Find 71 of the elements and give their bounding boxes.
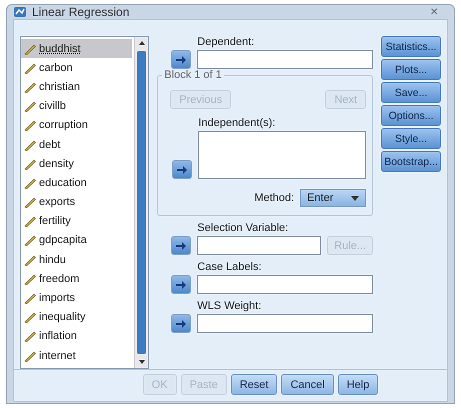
- wls-weight-field[interactable]: [197, 314, 374, 333]
- variable-item[interactable]: hindu: [21, 250, 132, 270]
- dialog-button[interactable]: Cancel: [281, 374, 334, 395]
- dialog-button[interactable]: Help: [338, 374, 378, 395]
- variable-item[interactable]: internet: [21, 346, 132, 366]
- ruler-icon: [24, 80, 36, 93]
- field-label: WLS Weight:: [197, 300, 262, 312]
- variable-item[interactable]: density: [21, 154, 132, 174]
- variable-item[interactable]: buddhist: [21, 39, 132, 58]
- dialog-button[interactable]: Options...: [381, 105, 441, 126]
- window-title: Linear Regression: [32, 5, 130, 19]
- arrow-right-icon: [176, 320, 186, 328]
- move-button[interactable]: [171, 236, 192, 255]
- variable-item[interactable]: education: [21, 173, 132, 192]
- move-button[interactable]: [172, 160, 192, 179]
- variable-item[interactable]: fertility: [21, 212, 132, 231]
- ruler-icon: [24, 158, 36, 170]
- field-label: Dependent:: [197, 36, 256, 48]
- dialog-button[interactable]: Reset: [230, 374, 278, 395]
- move-button[interactable]: [171, 275, 192, 294]
- ruler-icon: [24, 272, 36, 285]
- method-dropdown[interactable]: Enter: [300, 189, 366, 207]
- ruler-icon: [24, 176, 36, 189]
- close-button[interactable]: ✕: [420, 6, 448, 18]
- ruler-icon: [24, 138, 36, 151]
- ruler-icon: [24, 292, 36, 304]
- dialog-button[interactable]: Statistics...: [381, 36, 441, 57]
- scrollbar[interactable]: [134, 37, 148, 368]
- dialog-button[interactable]: Bootstrap...: [381, 151, 441, 172]
- variable-item[interactable]: gdpcapita: [21, 230, 132, 250]
- move-button[interactable]: [171, 50, 192, 69]
- variable-item[interactable]: carbon: [21, 58, 132, 78]
- variable-item[interactable]: inequality: [21, 308, 132, 327]
- dependent-field[interactable]: [197, 50, 374, 69]
- independents-field[interactable]: [198, 131, 366, 179]
- variable-item[interactable]: imports: [21, 288, 132, 308]
- move-button[interactable]: [171, 314, 192, 333]
- field-label: Case Labels:: [197, 261, 263, 273]
- ruler-icon: [24, 119, 36, 132]
- variable-item[interactable]: exports: [21, 192, 132, 212]
- variable-item[interactable]: corruption: [21, 116, 132, 135]
- ruler-icon: [24, 350, 36, 362]
- arrow-right-icon: [176, 56, 186, 64]
- dialog-button[interactable]: Style...: [381, 128, 441, 149]
- selection-field[interactable]: [197, 236, 322, 255]
- variable-item[interactable]: civillb: [21, 96, 132, 116]
- dialog-button[interactable]: Save...: [381, 82, 441, 103]
- variable-item[interactable]: freedom: [21, 269, 132, 288]
- caret-icon: [351, 196, 360, 200]
- method-label: Method:: [254, 192, 294, 204]
- variable-item[interactable]: inflation: [21, 326, 132, 346]
- group-title: Block 1 of 1: [162, 69, 224, 81]
- field-label: Independent(s):: [198, 117, 276, 129]
- ruler-icon: [24, 42, 36, 55]
- dialog-button[interactable]: Plots...: [381, 59, 441, 80]
- arrow-right-icon: [176, 280, 186, 288]
- ruler-icon: [24, 234, 36, 246]
- arrow-right-icon: [176, 242, 186, 250]
- ruler-icon: [24, 100, 36, 112]
- ruler-icon: [24, 196, 36, 208]
- app-icon: [13, 5, 27, 19]
- ruler-icon: [24, 215, 36, 228]
- field-label: Selection Variable:: [197, 222, 290, 234]
- arrow-right-icon: [177, 166, 188, 174]
- variable-item[interactable]: christian: [21, 77, 132, 97]
- case-labels-field[interactable]: [197, 275, 374, 294]
- ruler-icon: [24, 330, 36, 342]
- ruler-icon: [24, 254, 36, 266]
- variable-item[interactable]: debt: [21, 134, 132, 154]
- ruler-icon: [24, 62, 36, 74]
- ruler-icon: [24, 311, 36, 324]
